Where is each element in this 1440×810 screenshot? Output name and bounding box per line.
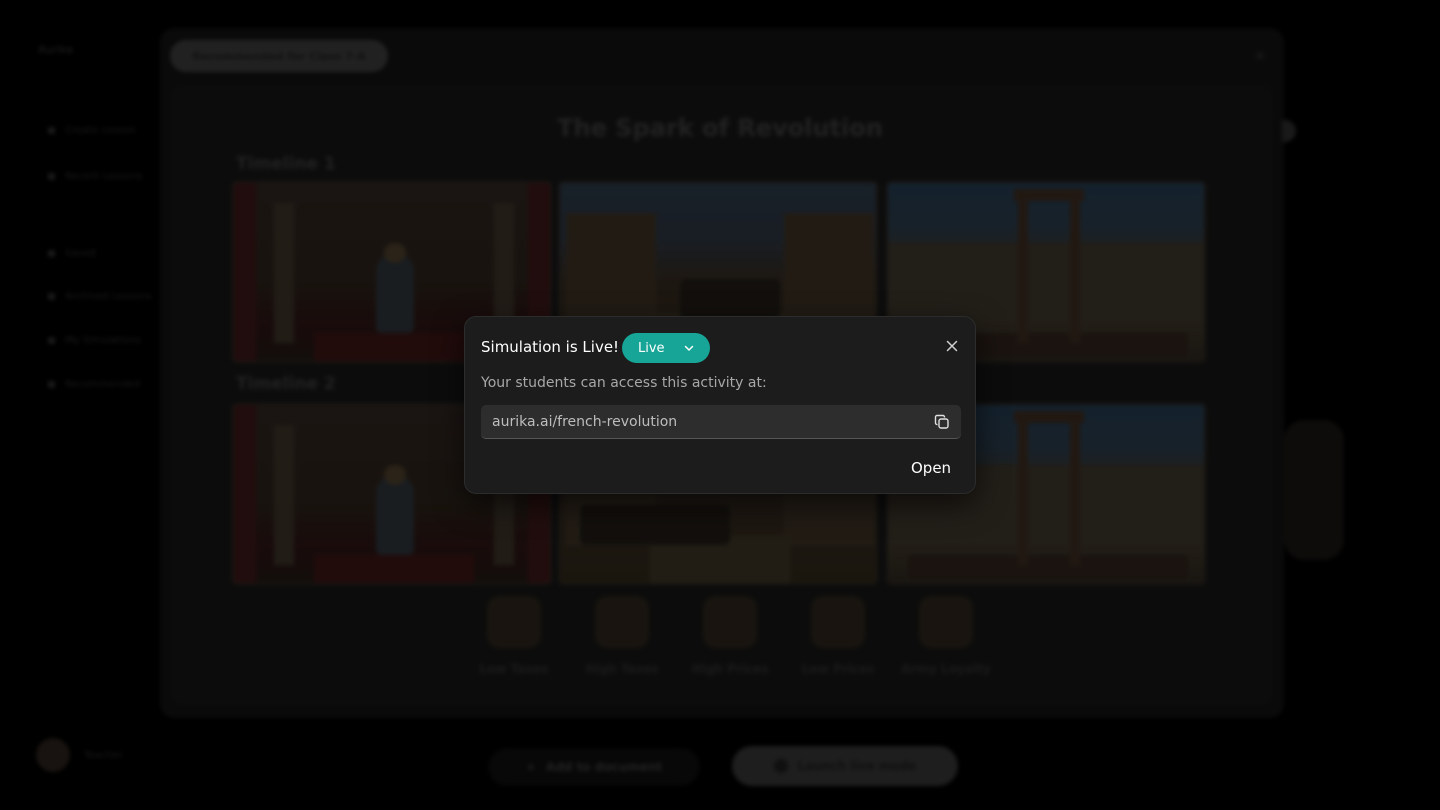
- live-status-dropdown[interactable]: Live: [622, 333, 710, 363]
- close-icon[interactable]: [943, 337, 961, 355]
- dialog-title: Simulation is Live!: [481, 338, 620, 356]
- live-status-label: Live: [638, 340, 665, 356]
- dialog-description: Your students can access this activity a…: [481, 375, 767, 391]
- open-link-button[interactable]: Open: [911, 459, 951, 477]
- chevron-down-icon: [683, 342, 695, 354]
- activity-url-field[interactable]: [481, 405, 961, 439]
- activity-url-input[interactable]: [492, 413, 912, 430]
- simulation-live-dialog: Simulation is Live! Live Your students c…: [464, 316, 976, 494]
- copy-icon[interactable]: [933, 413, 951, 431]
